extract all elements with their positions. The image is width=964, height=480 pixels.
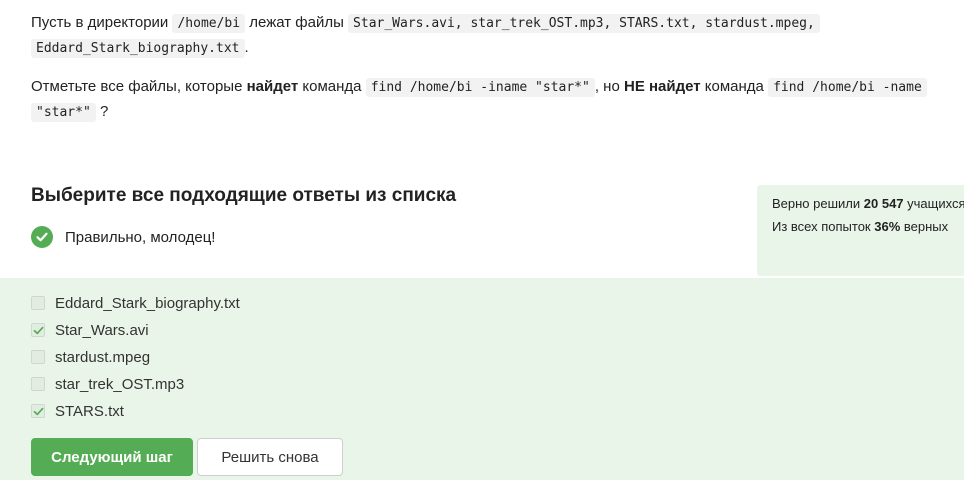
stats-solved-count: 20 547 xyxy=(863,196,904,211)
question-text: команда xyxy=(700,78,769,95)
stats-solved: Верно решили 20 547 учащихся xyxy=(772,196,964,211)
code-find-iname: find /home/bi -iname "star*" xyxy=(365,78,595,97)
stats-attempts-percent: 36% xyxy=(874,219,901,234)
question-text: команда xyxy=(298,78,366,95)
retry-button[interactable]: Решить снова xyxy=(197,438,343,476)
question-text: , но xyxy=(594,78,624,95)
answer-option[interactable]: Star_Wars.avi xyxy=(31,320,149,340)
stats-panel: Верно решили 20 547 учащихся Из всех поп… xyxy=(757,185,964,276)
stats-attempts-prefix: Из всех попыток xyxy=(772,219,875,234)
task-heading: Выберите все подходящие ответы из списка xyxy=(31,185,457,206)
success-check-icon xyxy=(31,226,53,248)
code-file-list: Star_Wars.avi, star_trek_OST.mp3, STARS.… xyxy=(348,14,820,33)
next-step-button[interactable]: Следующий шаг xyxy=(31,438,193,476)
code-directory: /home/bi xyxy=(172,14,246,33)
emphasis-not-finds: НЕ найдет xyxy=(623,78,701,95)
checkbox-unchecked[interactable] xyxy=(31,377,45,391)
checkbox-checked[interactable] xyxy=(31,404,45,418)
stats-solved-suffix: учащихся xyxy=(903,196,964,211)
question-text: ? xyxy=(99,103,109,120)
answer-option-label: STARS.txt xyxy=(55,402,124,420)
answer-option[interactable]: stardust.mpeg xyxy=(31,347,150,367)
feedback-text: Правильно, молодец! xyxy=(65,228,216,246)
code-find-name: find /home/bi -name xyxy=(768,78,927,97)
answer-option[interactable]: STARS.txt xyxy=(31,401,124,421)
question-paragraph-files: Пусть в директории /home/bi лежат файлы … xyxy=(31,11,951,61)
question-text: лежат файлы xyxy=(245,14,349,31)
answer-option-label: star_trek_OST.mp3 xyxy=(55,375,185,393)
checkmark-icon xyxy=(33,407,43,415)
answer-option-label: stardust.mpeg xyxy=(55,348,151,366)
emphasis-finds: найдет xyxy=(246,78,299,95)
answer-option-label: Star_Wars.avi xyxy=(55,321,149,339)
correct-feedback: Правильно, молодец! xyxy=(31,225,215,249)
checkbox-checked[interactable] xyxy=(31,323,45,337)
question-text: Пусть в директории xyxy=(31,14,173,31)
answer-option[interactable]: Eddard_Stark_biography.txt xyxy=(31,293,240,313)
checkbox-unchecked[interactable] xyxy=(31,350,45,364)
stats-attempts: Из всех попыток 36% верных xyxy=(772,219,948,234)
checkbox-unchecked[interactable] xyxy=(31,296,45,310)
checkmark-icon xyxy=(33,326,43,334)
answer-option-label: Eddard_Stark_biography.txt xyxy=(55,294,240,312)
code-find-name-cont: "star*" xyxy=(31,103,96,122)
answer-option[interactable]: star_trek_OST.mp3 xyxy=(31,374,184,394)
question-text: . xyxy=(244,39,249,56)
stats-attempts-suffix: верных xyxy=(900,219,949,234)
question-paragraph-task: Отметьте все файлы, которые найдет коман… xyxy=(31,75,951,125)
question-text: Отметьте все файлы, которые xyxy=(31,78,247,95)
stats-solved-prefix: Верно решили xyxy=(772,196,864,211)
code-file-list-cont: Eddard_Stark_biography.txt xyxy=(31,39,245,58)
